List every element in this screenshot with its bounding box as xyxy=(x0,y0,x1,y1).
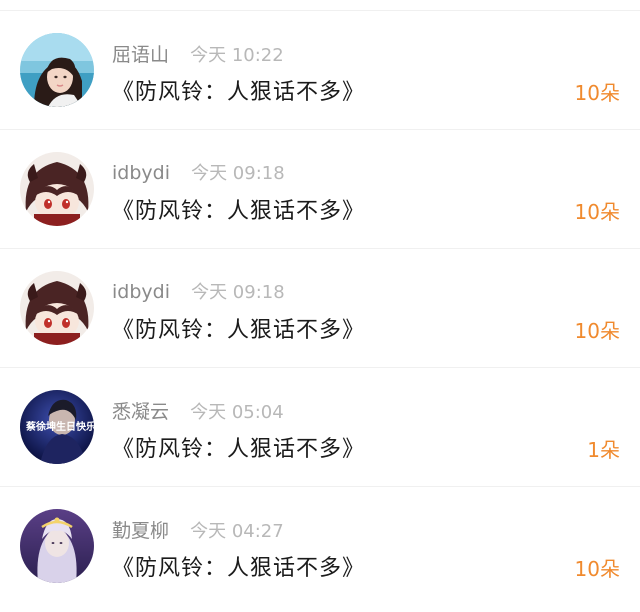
timestamp: 今天 10:22 xyxy=(190,45,284,66)
avatar[interactable] xyxy=(20,271,94,345)
avatar-anime-chibi-icon xyxy=(20,271,94,345)
timestamp: 今天 05:04 xyxy=(190,402,284,423)
username[interactable]: 屈语山 xyxy=(112,44,169,66)
avatar-caption: 蔡徐坤生日快乐 xyxy=(25,420,94,433)
list-item[interactable]: idbydi 今天 09:18 《防风铃：人狠话不多》 10朵 xyxy=(0,130,640,249)
gift-record-list: 屈语山 今天 10:22 《防风铃：人狠话不多》 10朵 idbydi 今天 0… xyxy=(0,0,640,612)
username[interactable]: 勤夏柳 xyxy=(112,520,169,542)
avatar-purple-portrait-icon xyxy=(20,509,94,583)
username[interactable]: idbydi xyxy=(112,281,170,303)
list-item[interactable]: idbydi 今天 09:18 《防风铃：人狠话不多》 10朵 xyxy=(0,249,640,368)
username[interactable]: idbydi xyxy=(112,162,170,184)
flower-count: 10朵 xyxy=(574,81,620,105)
avatar[interactable] xyxy=(20,152,94,226)
book-title[interactable]: 《防风铃：人狠话不多》 xyxy=(112,550,365,582)
book-title[interactable]: 《防风铃：人狠话不多》 xyxy=(112,312,365,344)
book-title[interactable]: 《防风铃：人狠话不多》 xyxy=(112,431,365,463)
flower-count: 10朵 xyxy=(574,200,620,224)
avatar[interactable]: 蔡徐坤生日快乐 xyxy=(20,390,94,464)
book-title[interactable]: 《防风铃：人狠话不多》 xyxy=(112,193,365,225)
avatar[interactable] xyxy=(20,509,94,583)
avatar[interactable] xyxy=(20,33,94,107)
list-item[interactable]: 屈语山 今天 10:22 《防风铃：人狠话不多》 10朵 xyxy=(0,11,640,130)
flower-count: 1朵 xyxy=(587,438,620,462)
avatar-anime-chibi-icon xyxy=(20,152,94,226)
username[interactable]: 悉凝云 xyxy=(112,401,169,423)
flower-count: 10朵 xyxy=(574,319,620,343)
avatar-beach-portrait-icon xyxy=(20,33,94,107)
timestamp: 今天 04:27 xyxy=(190,521,284,542)
list-item[interactable]: 勤夏柳 今天 04:27 《防风铃：人狠话不多》 10朵 xyxy=(0,487,640,606)
avatar-birthday-poster-icon: 蔡徐坤生日快乐 xyxy=(20,390,94,464)
book-title[interactable]: 《防风铃：人狠话不多》 xyxy=(112,74,365,106)
timestamp: 今天 09:18 xyxy=(191,163,285,184)
timestamp: 今天 09:18 xyxy=(191,282,285,303)
list-item[interactable]: 蔡徐坤生日快乐 悉凝云 今天 05:04 《防风铃：人狠话不多》 1朵 xyxy=(0,368,640,487)
flower-count: 10朵 xyxy=(574,557,620,581)
